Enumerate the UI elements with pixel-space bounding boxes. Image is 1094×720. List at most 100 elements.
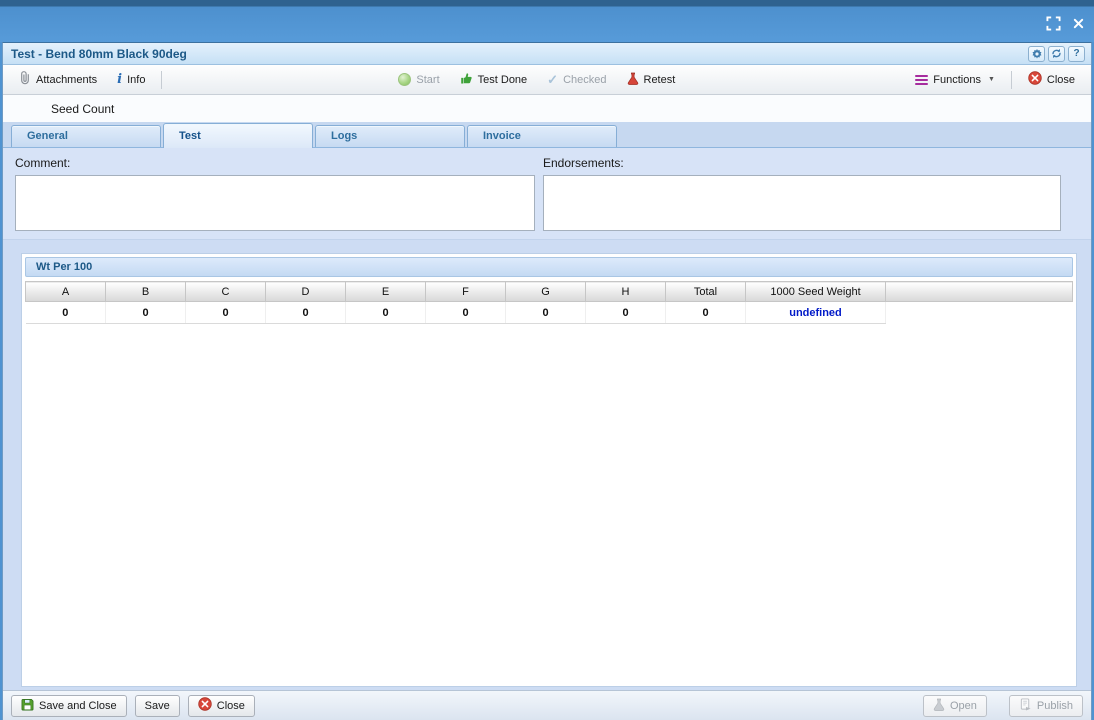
footer-toolbar: Save and Close Save Close Open Publish	[3, 690, 1091, 720]
settings-button[interactable]	[1028, 46, 1045, 62]
window-title: Test - Bend 80mm Black 90deg	[11, 47, 187, 61]
grid-cell[interactable]: undefined	[746, 302, 886, 324]
grid-cell[interactable]: 0	[266, 302, 346, 324]
close-label: Close	[1047, 74, 1075, 86]
grid-cell[interactable]: 0	[426, 302, 506, 324]
grid-cell[interactable]: 0	[666, 302, 746, 324]
checked-label: Checked	[563, 74, 606, 86]
close-footer-label: Close	[217, 700, 245, 712]
gear-icon	[1032, 49, 1042, 59]
info-button[interactable]: i Info	[109, 69, 153, 90]
grid-body: 000000000undefined	[26, 302, 1073, 324]
info-label: Info	[127, 74, 145, 86]
functions-label: Functions	[933, 74, 981, 86]
chevron-down-icon: ▼	[988, 76, 995, 83]
grid-col-e[interactable]: E	[346, 282, 426, 302]
grid-col-b[interactable]: B	[106, 282, 186, 302]
grid-col-total[interactable]: Total	[666, 282, 746, 302]
attachments-label: Attachments	[36, 74, 97, 86]
functions-button[interactable]: Functions ▼	[907, 70, 1003, 90]
tab-logs[interactable]: Logs	[315, 125, 465, 147]
tab-general[interactable]: General	[11, 125, 161, 147]
open-flask-icon	[933, 698, 945, 714]
screen: { "window_title": "Test - Bend 80mm Blac…	[0, 0, 1094, 720]
grid-cell[interactable]: 0	[586, 302, 666, 324]
save-button[interactable]: Save	[135, 695, 180, 717]
section-label-bar: Seed Count	[3, 95, 1091, 122]
checkmark-icon: ✓	[547, 73, 558, 86]
toolbar-right-group: Functions ▼ Close	[907, 67, 1083, 92]
comment-field: Comment:	[15, 156, 535, 239]
checked-button: ✓ Checked	[539, 69, 614, 90]
grid-col-g[interactable]: G	[506, 282, 586, 302]
close-circle-icon	[198, 697, 212, 714]
main-toolbar: Attachments i Info Start Test Done ✓	[3, 65, 1091, 95]
start-button: Start	[390, 69, 447, 90]
refresh-icon	[1051, 48, 1062, 59]
grid-title: Wt Per 100	[25, 257, 1073, 277]
grid-cell[interactable]: 0	[346, 302, 426, 324]
info-icon: i	[117, 73, 122, 86]
endorsements-label: Endorsements:	[543, 156, 1061, 170]
fullscreen-icon[interactable]	[1046, 16, 1061, 31]
grid-col-filler	[886, 282, 1073, 302]
grid-col-f[interactable]: F	[426, 282, 506, 302]
toolbar-left-group: Attachments i Info	[11, 67, 166, 92]
comment-label: Comment:	[15, 156, 535, 170]
toolbar-separator	[161, 71, 162, 89]
retest-flask-icon	[627, 72, 639, 88]
publish-button: Publish	[1009, 695, 1083, 717]
thumbs-up-icon	[460, 72, 473, 88]
top-bar-controls	[1046, 16, 1084, 31]
grid-col-a[interactable]: A	[26, 282, 106, 302]
window-title-bar: Test - Bend 80mm Black 90deg ?	[3, 43, 1091, 65]
grid-cell[interactable]: 0	[106, 302, 186, 324]
window-close-icon[interactable]	[1073, 18, 1084, 29]
grid-col-1000-seed-weight[interactable]: 1000 Seed Weight	[746, 282, 886, 302]
attachments-button[interactable]: Attachments	[11, 67, 105, 92]
paperclip-icon	[19, 71, 31, 88]
grid-header-row: ABCDEFGHTotal1000 Seed Weight	[26, 282, 1073, 302]
test-form-panel: Comment: Endorsements:	[3, 148, 1091, 240]
grid-col-h[interactable]: H	[586, 282, 666, 302]
save-icon	[21, 698, 34, 714]
wt-per-100-table: ABCDEFGHTotal1000 Seed Weight 000000000u…	[25, 281, 1073, 324]
grid-cell[interactable]: 0	[506, 302, 586, 324]
help-button[interactable]: ?	[1068, 46, 1085, 62]
open-button: Open	[923, 695, 987, 717]
refresh-button[interactable]	[1048, 46, 1065, 62]
tab-test[interactable]: Test	[163, 123, 313, 148]
start-icon	[398, 73, 411, 86]
close-circle-icon	[1028, 71, 1042, 88]
grid-area: Wt Per 100 ABCDEFGHTotal1000 Seed Weight…	[3, 240, 1091, 690]
publish-label: Publish	[1037, 700, 1073, 712]
endorsements-field: Endorsements:	[543, 156, 1061, 239]
start-label: Start	[416, 74, 439, 86]
grid-col-c[interactable]: C	[186, 282, 266, 302]
test-done-button[interactable]: Test Done	[452, 68, 536, 92]
grid-cell[interactable]: 0	[26, 302, 106, 324]
comment-input[interactable]	[15, 175, 535, 231]
test-done-label: Test Done	[478, 74, 528, 86]
save-label: Save	[145, 700, 170, 712]
tab-invoice[interactable]: Invoice	[467, 125, 617, 147]
retest-label: Retest	[644, 74, 676, 86]
close-button[interactable]: Close	[1020, 67, 1083, 92]
retest-button[interactable]: Retest	[619, 68, 684, 92]
grid-row[interactable]: 000000000undefined	[26, 302, 1073, 324]
grid-col-d[interactable]: D	[266, 282, 346, 302]
save-and-close-label: Save and Close	[39, 700, 117, 712]
save-and-close-button[interactable]: Save and Close	[11, 695, 127, 717]
publish-icon	[1019, 698, 1032, 714]
grid-cell[interactable]: 0	[186, 302, 266, 324]
tab-strip: General Test Logs Invoice	[3, 122, 1091, 148]
open-label: Open	[950, 700, 977, 712]
section-label: Seed Count	[51, 102, 114, 116]
endorsements-input[interactable]	[543, 175, 1061, 231]
grid-cell-filler	[886, 302, 1073, 324]
toolbar-separator	[1011, 71, 1012, 89]
toolbar-center-group: Start Test Done ✓ Checked Retest	[390, 68, 683, 92]
close-footer-button[interactable]: Close	[188, 695, 255, 717]
functions-menu-icon	[915, 75, 928, 85]
wt-per-100-panel: Wt Per 100 ABCDEFGHTotal1000 Seed Weight…	[21, 253, 1077, 687]
